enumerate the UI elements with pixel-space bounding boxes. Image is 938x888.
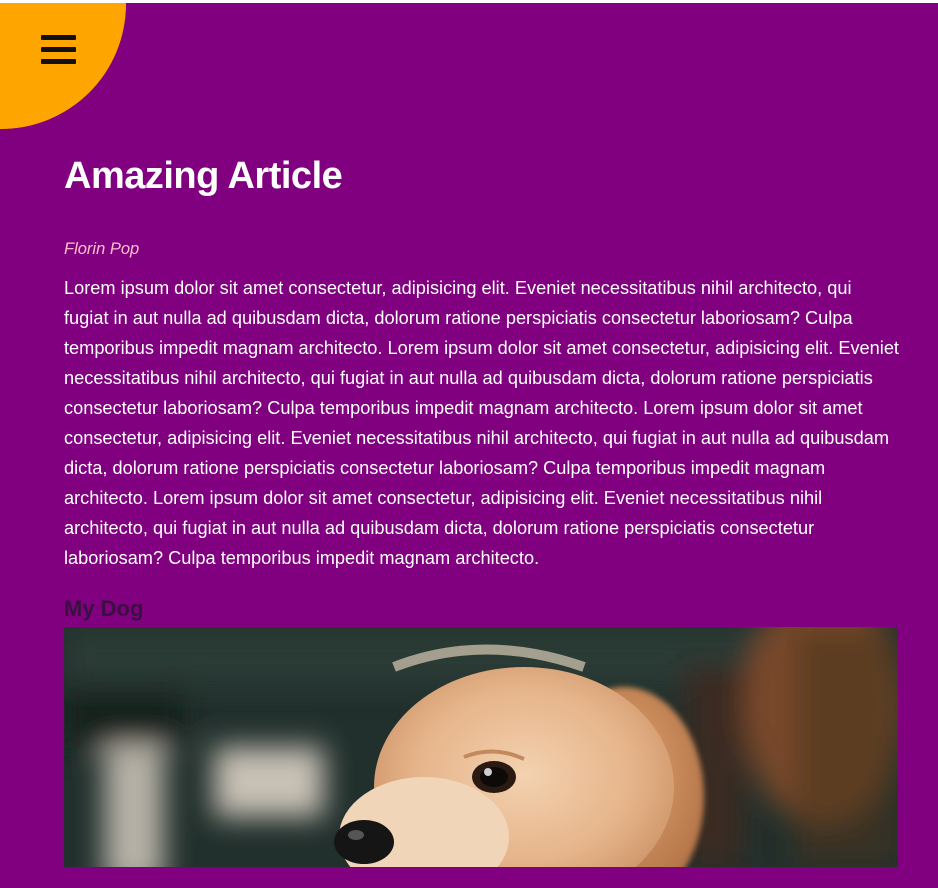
dog-photo-illustration — [64, 627, 898, 867]
article-content: Amazing Article Florin Pop Lorem ipsum d… — [64, 153, 900, 867]
menu-toggle-button[interactable] — [0, 3, 126, 129]
article-body: Lorem ipsum dolor sit amet consectetur, … — [64, 278, 899, 568]
article-page: Amazing Article Florin Pop Lorem ipsum d… — [0, 3, 938, 888]
dog-photo — [64, 627, 898, 867]
article-author: Florin Pop — [64, 240, 140, 258]
section-heading: My Dog — [64, 596, 144, 621]
hamburger-menu-icon[interactable] — [41, 35, 76, 65]
article-title: Amazing Article — [64, 155, 343, 197]
